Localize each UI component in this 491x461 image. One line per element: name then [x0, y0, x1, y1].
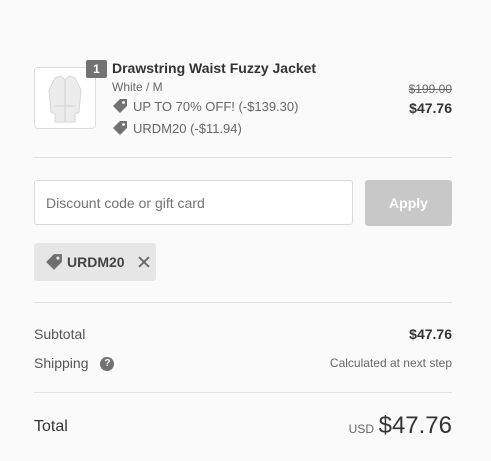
discount-code-input[interactable] [34, 180, 353, 225]
product-discount-text: URDM20 (-$11.94) [133, 120, 242, 136]
original-price: $199.00 [408, 82, 452, 96]
tag-icon [46, 254, 62, 270]
product-discount-line: UP TO 70% OFF! (-$139.30) [112, 98, 298, 114]
divider [34, 157, 452, 158]
apply-button[interactable]: Apply [365, 180, 452, 226]
quantity-badge: 1 [86, 60, 107, 78]
product-line-item: 1 Drawstring Waist Fuzzy Jacket White / … [34, 60, 452, 140]
product-discount-text: UP TO 70% OFF! (-$139.30) [133, 98, 299, 114]
final-price: $47.76 [409, 100, 452, 116]
applied-discount-chip: URDM20 [34, 243, 156, 281]
divider [34, 392, 452, 393]
shipping-label: Shipping [34, 355, 89, 371]
tag-icon [113, 121, 127, 135]
shipping-row: Shipping ? [34, 355, 115, 372]
product-variant: White / M [112, 80, 163, 94]
total-label: Total [34, 418, 68, 435]
tag-icon [113, 99, 127, 113]
product-title: Drawstring Waist Fuzzy Jacket [112, 60, 317, 76]
total-value: $47.76 [378, 412, 452, 439]
question-icon[interactable]: ? [100, 357, 115, 372]
applied-discount-code: URDM20 [67, 254, 125, 270]
close-icon[interactable] [137, 255, 151, 269]
total-currency: USD [348, 422, 374, 436]
divider [34, 302, 452, 303]
shipping-value: Calculated at next step [329, 356, 452, 370]
subtotal-label: Subtotal [34, 326, 86, 342]
subtotal-value: $47.76 [409, 326, 452, 342]
product-discount-line: URDM20 (-$11.94) [112, 120, 242, 136]
